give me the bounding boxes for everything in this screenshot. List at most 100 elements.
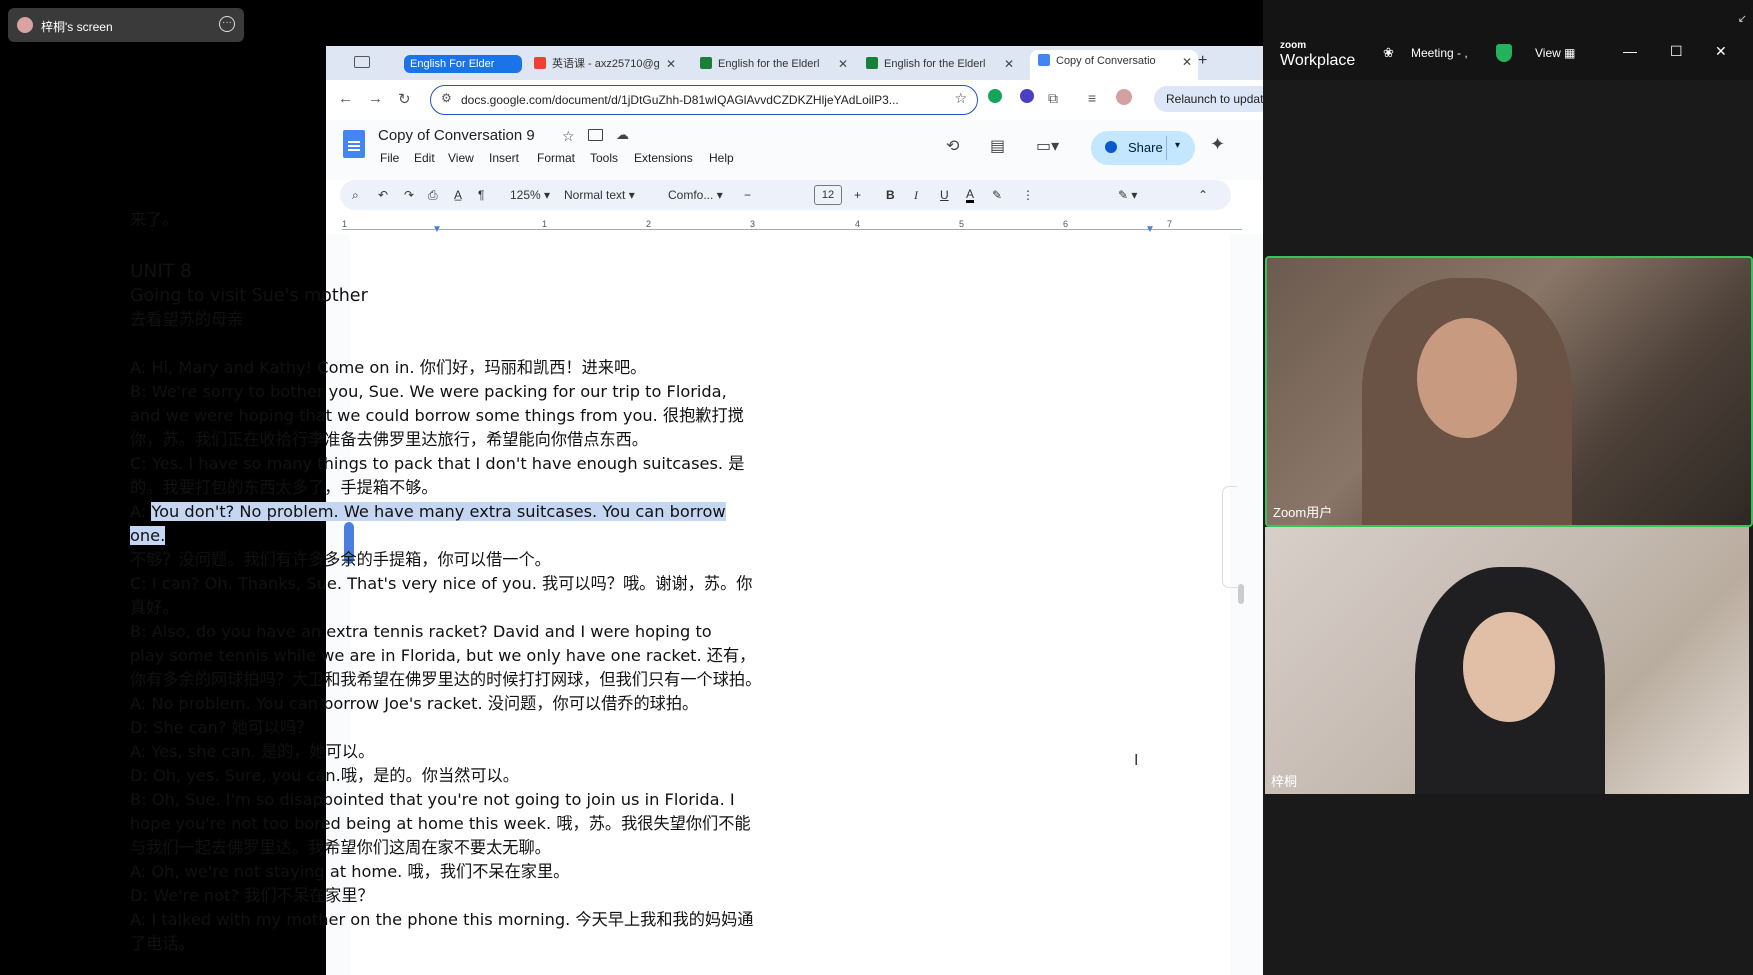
extensions-puzzle-icon[interactable]: ⧉ <box>1048 90 1058 107</box>
redo-icon[interactable]: ↷ <box>404 188 414 202</box>
participant-name: 梓桐 <box>1271 774 1298 789</box>
doc-line: 了电话。 <box>130 934 195 953</box>
relaunch-button[interactable]: Relaunch to updat <box>1154 86 1263 112</box>
doc-line: C: I can? Oh. Thanks, Sue. That's very n… <box>130 574 753 593</box>
reload-icon[interactable]: ↻ <box>398 90 411 108</box>
doc-line: A: Yes, she can. 是的，她可以。 <box>130 742 375 761</box>
more-icon[interactable]: ··· <box>219 16 235 32</box>
increase-font-icon[interactable]: + <box>854 188 861 202</box>
extension-shield-icon[interactable] <box>1020 89 1034 103</box>
print-icon[interactable]: ⎙ <box>428 188 438 203</box>
doc-line: 不够？没问题。我们有许多多余的手提箱，你可以借一个。 <box>130 550 551 569</box>
maximize-icon[interactable]: ☐ <box>1670 43 1683 60</box>
font-select[interactable]: Comfo... ▾ <box>668 188 723 202</box>
close-icon[interactable]: ✕ <box>1004 55 1014 73</box>
minimize-icon[interactable]: — <box>1623 43 1637 59</box>
back-icon[interactable]: ← <box>338 90 353 107</box>
close-icon[interactable]: ✕ <box>666 55 676 73</box>
chevron-down-icon[interactable]: ▾ <box>1175 140 1180 151</box>
highlight-pen-icon[interactable]: ✎ <box>992 188 1002 202</box>
close-icon[interactable]: ✕ <box>1182 51 1192 73</box>
doc-line: 真好。 <box>130 598 179 617</box>
menu-help[interactable]: Help <box>709 151 734 165</box>
selected-text[interactable]: one. <box>130 526 166 545</box>
selected-text[interactable]: You don't? No problem. We have many extr… <box>151 502 726 521</box>
text-color-button[interactable]: A <box>966 188 975 203</box>
editing-mode-icon[interactable]: ✎ ▾ <box>1118 188 1137 202</box>
avatar <box>17 17 33 33</box>
doc-line: B: Also, do you have an extra tennis rac… <box>130 622 712 641</box>
video-tile[interactable]: 梓桐 <box>1265 527 1749 794</box>
font-size-input[interactable]: 12 <box>814 185 842 205</box>
bookmark-star-icon[interactable]: ☆ <box>954 90 967 107</box>
sheets-icon <box>866 57 878 69</box>
share-button[interactable]: Share ▾ <box>1091 131 1195 165</box>
zoom-titlebar: zoom Workplace ❀ Meeting - , View ▦ — ☐ … <box>1263 0 1753 80</box>
menu-tools[interactable]: Tools <box>590 151 618 165</box>
view-button[interactable]: View ▦ <box>1535 46 1575 60</box>
menu-file[interactable]: File <box>380 151 399 165</box>
doc-line: 的。我要打包的东西太多了，手提箱不够。 <box>130 478 438 497</box>
tab-search-icon[interactable] <box>340 52 384 78</box>
meeting-info[interactable]: Meeting - , <box>1411 46 1468 60</box>
move-folder-icon[interactable] <box>588 129 603 141</box>
video-tile[interactable]: Zoom用户 <box>1265 256 1753 527</box>
more-options-icon[interactable]: ⋮ <box>1022 188 1034 202</box>
tab-gmail[interactable]: 英语课 - axz25710@g ✕ <box>534 55 682 81</box>
meeting-paw-icon[interactable]: ❀ <box>1383 45 1394 61</box>
zoom-brand: Workplace <box>1280 52 1356 69</box>
security-shield-icon[interactable] <box>1496 44 1512 62</box>
spellcheck-icon[interactable]: A̲ <box>454 188 462 202</box>
version-history-icon[interactable]: ⟲ <box>946 136 959 156</box>
screen-share-label: 梓桐's screen <box>41 20 113 34</box>
grammarly-icon[interactable] <box>988 89 1002 103</box>
doc-subheading: Going to visit Sue's mother <box>130 286 368 306</box>
collapse-toolbar-icon[interactable]: ⌃ <box>1198 188 1208 202</box>
gemini-sparkle-icon[interactable]: ✦ <box>1210 134 1225 155</box>
doc-line: hope you're not too bored being at home … <box>130 814 751 833</box>
close-icon[interactable]: ✕ <box>1715 43 1727 60</box>
decrease-font-icon[interactable]: − <box>744 188 751 202</box>
menu-view[interactable]: View <box>448 151 474 165</box>
doc-line: 你，苏。我们正在收拾行李准备去佛罗里达旅行，希望能向你借点东西。 <box>130 430 648 449</box>
tab-sheets-2[interactable]: English for the Elderl ✕ <box>866 55 1020 81</box>
star-icon[interactable]: ☆ <box>562 128 575 145</box>
comments-icon[interactable]: ▤ <box>990 136 1005 156</box>
doc-line: B: We're sorry to bother you, Sue. We we… <box>130 382 727 401</box>
tab-docs-active[interactable]: Copy of Conversatio ✕ <box>1030 50 1198 80</box>
site-info-icon[interactable]: ⚙ <box>441 91 452 105</box>
meet-camera-icon[interactable]: ▭▾ <box>1036 136 1059 156</box>
side-panel-rail[interactable] <box>1222 486 1237 588</box>
new-tab-icon[interactable]: + <box>1198 52 1218 78</box>
ruler: 1 1 2 3 4 5 6 7 ▼ ▼ <box>342 219 1242 235</box>
menu-insert[interactable]: Insert <box>489 151 519 165</box>
tab-sheets-1[interactable]: English for the Elderl ✕ <box>700 55 854 81</box>
doc-line: 来了。 <box>130 210 179 229</box>
doc-line: D: We're not? 我们不呆在家里？ <box>130 886 374 905</box>
menu-extensions[interactable]: Extensions <box>634 151 693 165</box>
style-select[interactable]: Normal text ▾ <box>564 188 635 202</box>
close-icon[interactable]: ✕ <box>838 55 848 73</box>
zoom-select[interactable]: 125% ▾ <box>510 188 550 202</box>
media-icon[interactable]: ≡ <box>1088 90 1096 106</box>
search-menus-icon[interactable]: ⌕ <box>352 188 359 203</box>
forward-icon[interactable]: → <box>368 90 383 107</box>
bold-button[interactable]: B <box>886 188 895 202</box>
collapse-icon[interactable]: ↙ <box>1738 12 1747 25</box>
url-input[interactable]: ⚙ docs.google.com/document/d/1jDtGuZhh-D… <box>430 85 978 115</box>
tab-group-english[interactable]: English For Elder <box>404 55 522 73</box>
docs-icon <box>1038 54 1050 66</box>
screen-share-indicator[interactable]: 梓桐's screen ··· <box>8 8 244 42</box>
menu-edit[interactable]: Edit <box>414 151 435 165</box>
menu-format[interactable]: Format <box>537 151 575 165</box>
docs-logo-icon[interactable] <box>343 130 365 158</box>
document-title[interactable]: Copy of Conversation 9 <box>378 127 535 144</box>
paint-format-icon[interactable]: ¶ <box>478 188 484 202</box>
undo-icon[interactable]: ↶ <box>378 188 388 202</box>
scrollbar[interactable] <box>1238 584 1244 604</box>
cloud-status-icon[interactable]: ☁ <box>616 127 629 143</box>
italic-button[interactable]: I <box>914 188 918 203</box>
doc-line: C: Yes. I have so many things to pack th… <box>130 454 745 473</box>
underline-button[interactable]: U <box>940 188 949 202</box>
profile-avatar[interactable] <box>1116 89 1132 105</box>
